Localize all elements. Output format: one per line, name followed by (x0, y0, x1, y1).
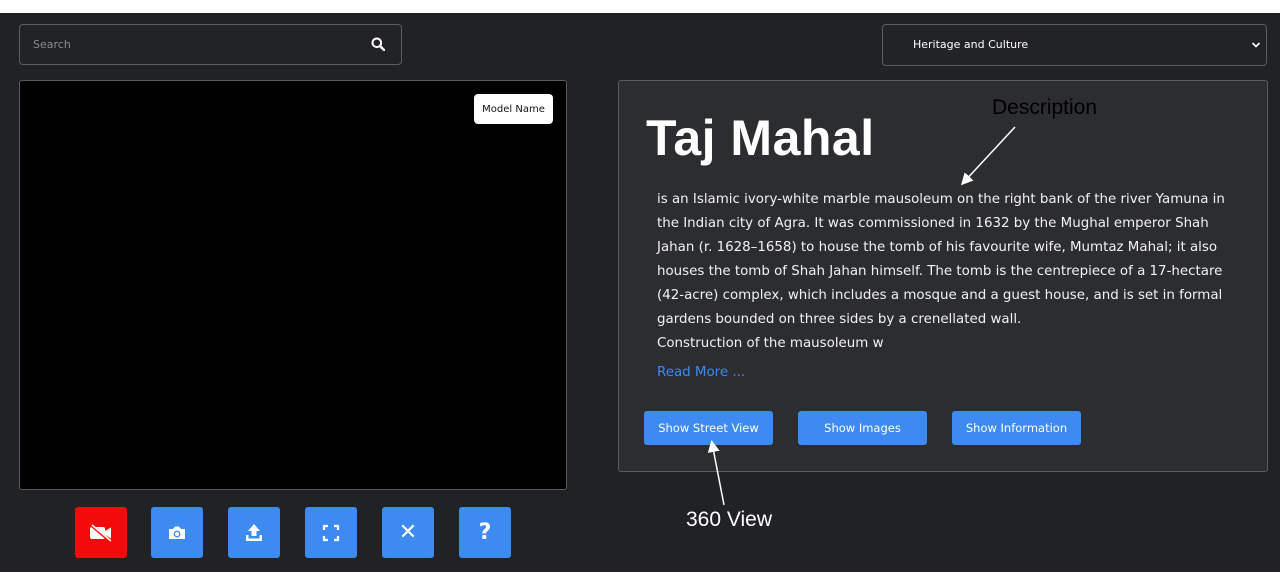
video-off-icon (90, 523, 112, 542)
upload-icon (246, 523, 262, 541)
show-information-button[interactable]: Show Information (952, 411, 1081, 445)
info-panel: Taj Mahal is an Islamic ivory-white marb… (618, 80, 1268, 472)
fullscreen-icon (322, 524, 340, 541)
help-icon: ? (478, 519, 492, 545)
camera-icon (169, 526, 185, 539)
upload-button[interactable] (228, 507, 280, 558)
category-select-value: Heritage and Culture (913, 38, 1029, 51)
search-input[interactable] (20, 25, 363, 64)
category-select[interactable]: Heritage and Culture (882, 24, 1267, 66)
show-street-view-button[interactable]: Show Street View (644, 411, 773, 445)
search-icon[interactable] (371, 37, 385, 51)
annotation-description: Description (992, 96, 1098, 119)
annotation-360-view: 360 View (686, 508, 773, 531)
show-images-button[interactable]: Show Images (798, 411, 927, 445)
search-box[interactable] (19, 24, 402, 65)
read-more-link[interactable]: Read More ... (657, 365, 745, 380)
close-icon: ✕ (398, 519, 418, 545)
model-name-badge[interactable]: Model Name (474, 94, 553, 124)
close-button[interactable]: ✕ (382, 507, 434, 558)
chevron-down-icon (1251, 42, 1261, 48)
help-button[interactable]: ? (459, 507, 511, 558)
place-description: is an Islamic ivory-white marble mausole… (657, 192, 1225, 351)
fullscreen-button[interactable] (305, 507, 357, 558)
ar-viewer[interactable]: Model Name (19, 80, 567, 490)
snapshot-button[interactable] (151, 507, 203, 558)
place-title: Taj Mahal (646, 110, 875, 166)
camera-off-button[interactable] (75, 507, 127, 558)
